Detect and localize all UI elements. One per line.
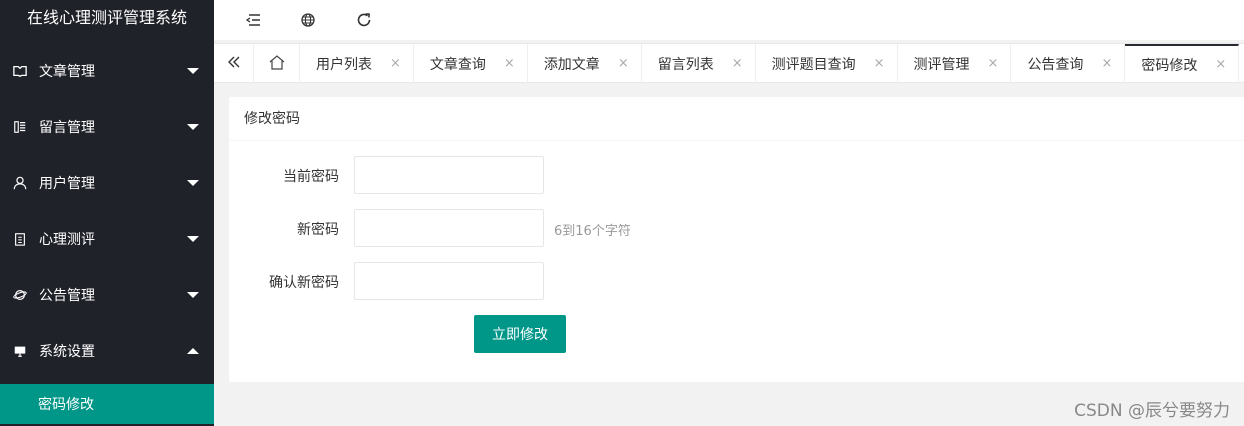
- submit-button[interactable]: 立即修改: [474, 315, 566, 353]
- confirm-password-label: 确认新密码: [269, 275, 339, 291]
- sidebar-item-articles[interactable]: 文章管理: [0, 43, 214, 99]
- user-icon: [13, 176, 27, 190]
- sidebar-item-messages[interactable]: 留言管理: [0, 99, 214, 155]
- change-password-card: 修改密码 当前密码 新密码 6到16个字符 确认新密码 立即修改: [229, 97, 1244, 382]
- current-password-input[interactable]: [354, 156, 544, 194]
- close-icon[interactable]: ×: [504, 56, 515, 71]
- menu-fold-icon[interactable]: [244, 11, 262, 29]
- sidebar-subitem-change-password[interactable]: 密码修改: [0, 384, 214, 424]
- new-password-tip: 6到16个字符: [554, 224, 631, 239]
- tab-home[interactable]: [254, 44, 300, 83]
- current-password-label: 当前密码: [283, 169, 339, 185]
- close-icon[interactable]: ×: [1101, 56, 1112, 71]
- tab-add-article[interactable]: 添加文章 ×: [528, 44, 642, 83]
- chevron-down-icon: [187, 292, 199, 298]
- tab-article-query[interactable]: 文章查询 ×: [414, 44, 528, 83]
- sidebar-item-users[interactable]: 用户管理: [0, 155, 214, 211]
- close-icon[interactable]: ×: [1215, 57, 1226, 72]
- watermark: CSDN @辰兮要努力: [1074, 401, 1230, 421]
- close-icon[interactable]: ×: [618, 56, 629, 71]
- new-password-input[interactable]: [354, 209, 544, 247]
- planet-icon: [13, 288, 27, 302]
- tab-scroll-left[interactable]: [214, 44, 254, 83]
- refresh-icon[interactable]: [355, 11, 373, 29]
- tab-bar: 用户列表 × 文章查询 × 添加文章 × 留言列表 × 测评题目查询 × 测评管理 × 公告…: [214, 43, 1244, 83]
- tab-assessment-manage[interactable]: 测评管理 ×: [898, 44, 1012, 83]
- sidebar-item-label: 公告管理: [39, 288, 95, 304]
- tab-question-query[interactable]: 测评题目查询 ×: [756, 44, 898, 83]
- sidebar-item-label: 文章管理: [39, 64, 95, 80]
- sidebar-item-settings[interactable]: 系统设置: [0, 323, 214, 379]
- new-password-label: 新密码: [297, 222, 339, 238]
- close-icon[interactable]: ×: [874, 56, 885, 71]
- sidebar-item-label: 系统设置: [39, 344, 95, 360]
- top-header: [214, 0, 1244, 40]
- chevron-down-icon: [187, 236, 199, 242]
- book-icon: [13, 64, 27, 78]
- globe-icon[interactable]: [299, 11, 317, 29]
- monitor-icon: [13, 344, 27, 358]
- chevron-up-icon: [187, 348, 199, 354]
- sidebar-item-label: 留言管理: [39, 120, 95, 136]
- chevron-down-icon: [187, 68, 199, 74]
- sidebar-item-notices[interactable]: 公告管理: [0, 267, 214, 323]
- message-icon: [13, 120, 27, 134]
- card-title: 修改密码: [229, 97, 1244, 141]
- clipboard-icon: [13, 232, 27, 246]
- tab-message-list[interactable]: 留言列表 ×: [642, 44, 756, 83]
- sidebar-item-assessment[interactable]: 心理测评: [0, 211, 214, 267]
- chevron-down-icon: [187, 124, 199, 130]
- close-icon[interactable]: ×: [988, 56, 999, 71]
- app-title: 在线心理测评管理系统: [0, 0, 214, 40]
- chevron-down-icon: [187, 180, 199, 186]
- confirm-password-input[interactable]: [354, 262, 544, 300]
- close-icon[interactable]: ×: [732, 56, 743, 71]
- tab-user-list[interactable]: 用户列表 ×: [300, 44, 414, 83]
- close-icon[interactable]: ×: [390, 56, 401, 71]
- sidebar-item-label: 用户管理: [39, 176, 95, 192]
- sidebar-item-label: 心理测评: [39, 232, 95, 248]
- home-icon: [268, 54, 286, 74]
- tab-notice-query[interactable]: 公告查询 ×: [1011, 44, 1126, 83]
- sidebar: 在线心理测评管理系统 文章管理 留言管理 用户管理 心理测评 公告管理 系统设置…: [0, 0, 214, 426]
- double-chevron-left-icon: [226, 54, 242, 74]
- tab-change-password[interactable]: 密码修改 ×: [1125, 44, 1240, 83]
